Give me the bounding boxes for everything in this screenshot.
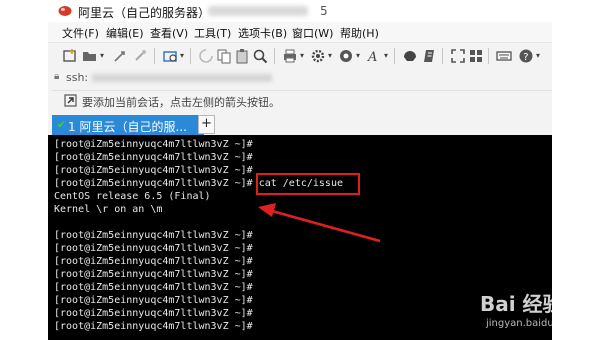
window-title-suffix: 5 (320, 4, 328, 18)
settings-icon[interactable] (310, 48, 326, 64)
watermark-url: jingyan.baidu.com (486, 318, 552, 329)
menu-view[interactable]: 查看(V) (150, 25, 188, 41)
baidu-watermark: Bai 经验 jingyan.baidu.com (480, 288, 552, 336)
toolbar-separator (394, 48, 395, 64)
menu-tools[interactable]: 工具(T) (194, 25, 231, 41)
tab-bar: ✔ 1 阿里云（自己的服... + (48, 112, 552, 135)
sftp-icon[interactable] (402, 48, 418, 64)
keymap-icon[interactable] (496, 48, 512, 64)
reconnect-icon[interactable] (198, 48, 214, 64)
global-options-icon[interactable] (338, 48, 354, 64)
help-dropdown-icon[interactable]: ▾ (536, 51, 540, 60)
open-folder-dropdown-icon[interactable]: ▾ (100, 51, 104, 60)
terminal-view[interactable]: [root@iZm5einnyuqc4m7ltlwn3vZ ~]# [root@… (48, 135, 552, 340)
menu-bar: 文件(F) 编辑(E) 查看(V) 工具(T) 选项卡(B) 窗口(W) 帮助(… (48, 22, 552, 43)
quick-connect-icon[interactable] (132, 48, 148, 64)
title-bar: 阿里云（自己的服务器） 5 (48, 0, 552, 22)
copy-icon[interactable] (216, 48, 232, 64)
app-logo-icon (58, 6, 72, 16)
window-title: 阿里云（自己的服务器） (78, 6, 211, 20)
toolbar: ▾ ▾ ▾ ▾ ▾ A ▾ ? ▾ (48, 43, 552, 69)
font-icon[interactable]: A (366, 48, 382, 64)
securecrt-window: 阿里云（自己的服务器） 5 文件(F) 编辑(E) 查看(V) 工具(T) 选项… (48, 0, 552, 340)
watermark-logo: Bai 经验 (480, 292, 552, 316)
help-icon[interactable]: ? (518, 48, 534, 64)
fullscreen-icon[interactable] (450, 48, 466, 64)
menu-tabs[interactable]: 选项卡(B) (238, 25, 287, 41)
new-session-icon[interactable] (62, 48, 78, 64)
disconnect-dropdown-icon[interactable]: ▾ (180, 51, 184, 60)
annotation-arrow-icon (258, 203, 381, 243)
tile-icon[interactable] (468, 48, 484, 64)
tab-session-1[interactable]: ✔ 1 阿里云（自己的服... (52, 115, 204, 135)
connect-icon[interactable] (112, 48, 128, 64)
menu-edit[interactable]: 编辑(E) (106, 25, 144, 41)
paste-icon[interactable] (234, 48, 250, 64)
global-options-dropdown-icon[interactable]: ▾ (356, 51, 360, 60)
settings-dropdown-icon[interactable]: ▾ (328, 51, 332, 60)
address-prefix: ssh: (66, 71, 89, 84)
session-hint-bar: 要添加当前会话，点击左侧的箭头按钮。 (52, 90, 552, 111)
menu-window[interactable]: 窗口(W) (292, 25, 333, 41)
find-icon[interactable] (252, 48, 268, 64)
font-dropdown-icon[interactable]: ▾ (384, 51, 388, 60)
disconnect-icon[interactable] (162, 48, 178, 64)
open-folder-icon[interactable] (82, 48, 98, 64)
connected-check-icon: ✔ (57, 118, 67, 131)
address-bar[interactable]: 🔒︎ ssh: (52, 69, 552, 87)
print-icon[interactable] (282, 48, 298, 64)
print-dropdown-icon[interactable]: ▾ (300, 51, 304, 60)
menu-help[interactable]: 帮助(H) (340, 25, 379, 41)
toolbar-separator (442, 48, 443, 64)
tab-label: 1 阿里云（自己的服... (68, 120, 187, 134)
session-hint-text: 要添加当前会话，点击左侧的箭头按钮。 (82, 96, 280, 109)
address-blurred-region (92, 74, 272, 82)
svg-text:A: A (367, 50, 377, 64)
lock-icon: 🔒︎ (54, 71, 60, 82)
toolbar-separator (154, 48, 155, 64)
title-blurred-region (208, 6, 308, 16)
toolbar-separator (274, 48, 275, 64)
arrow-button-icon[interactable] (64, 94, 77, 107)
toolbar-separator (190, 48, 191, 64)
menu-file[interactable]: 文件(F) (62, 25, 99, 41)
svg-text:?: ? (523, 52, 528, 63)
toolbar-separator (488, 48, 489, 64)
script-icon[interactable] (422, 48, 438, 64)
new-tab-button[interactable]: + (198, 115, 215, 134)
